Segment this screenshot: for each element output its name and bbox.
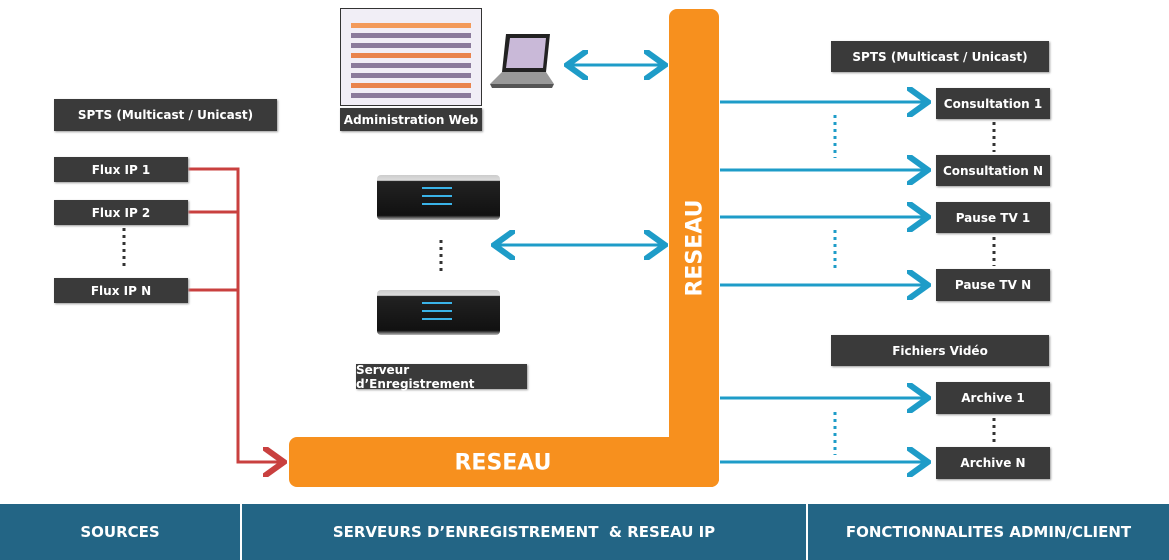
pause-tv-1: Pause TV 1 — [936, 202, 1050, 233]
network-vertical-label: RESEAU — [682, 199, 708, 297]
server-icon — [377, 290, 500, 335]
right-stream-type-label: SPTS (Multicast / Unicast) — [831, 41, 1049, 72]
flux-ip-2: Flux IP 2 — [54, 200, 188, 225]
flux-ip-n: Flux IP N — [54, 278, 188, 303]
footer-functions: FONCTIONNALITES ADMIN/CLIENT — [808, 504, 1169, 560]
footer-sources: SOURCES — [0, 504, 240, 560]
left-stream-type-label: SPTS (Multicast / Unicast) — [54, 99, 277, 131]
admin-web-screenshot — [340, 8, 482, 106]
files-label: Fichiers Vidéo — [831, 335, 1049, 366]
network-horizontal-label: RESEAU — [454, 450, 552, 476]
footer-servers: SERVEURS D’ENREGISTREMENT & RESEAU IP — [242, 504, 806, 560]
pause-tv-n: Pause TV N — [936, 269, 1050, 301]
source-lines — [188, 167, 284, 462]
laptop-icon — [490, 34, 554, 88]
consultation-1: Consultation 1 — [936, 88, 1050, 119]
flux-ip-1: Flux IP 1 — [54, 157, 188, 182]
admin-web-label: Administration Web — [340, 108, 482, 131]
consultation-n: Consultation N — [936, 155, 1050, 186]
archive-n: Archive N — [936, 447, 1050, 479]
archive-1: Archive 1 — [936, 382, 1050, 414]
server-icon — [377, 175, 500, 220]
server-label: Serveur d’Enregistrement — [356, 363, 527, 391]
